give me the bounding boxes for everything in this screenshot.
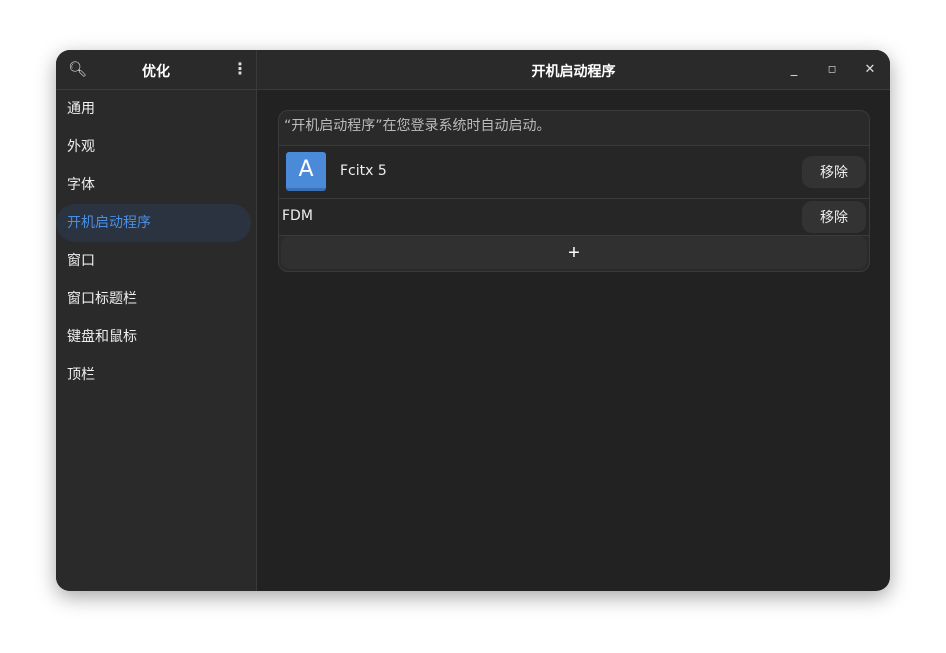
sidebar: 🔍︎ 优化 ⋮ 通用 外观 字体 开机启动程序 窗口 窗口标题栏 键盘和鼠标 顶… xyxy=(56,50,257,591)
description: “开机启动程序”在您登录系统时自动启动。 xyxy=(279,111,869,146)
menu-icon[interactable]: ⋮ xyxy=(232,59,248,78)
fcitx-app-icon: A xyxy=(286,152,326,191)
sidebar-item-appearance[interactable]: 外观 xyxy=(56,128,251,166)
maximize-icon[interactable]: ◻ xyxy=(824,64,840,75)
close-icon[interactable]: ✕ xyxy=(862,62,878,77)
app-title: 优化 xyxy=(142,64,170,80)
app-name: FDM xyxy=(282,208,313,224)
sidebar-item-top-bar[interactable]: 顶栏 xyxy=(56,356,251,394)
sidebar-item-windows[interactable]: 窗口 xyxy=(56,242,251,280)
list-item: A Fcitx 5 移除 xyxy=(279,146,869,199)
sidebar-item-general[interactable]: 通用 xyxy=(56,90,251,128)
main-panel: 开机启动程序 _ ◻ ✕ “开机启动程序”在您登录系统时自动启动。 A Fcit… xyxy=(257,50,890,591)
sidebar-item-titlebars[interactable]: 窗口标题栏 xyxy=(56,280,251,318)
list-item: FDM 移除 xyxy=(279,199,869,236)
remove-button[interactable]: 移除 xyxy=(802,201,866,233)
add-app-button[interactable]: + xyxy=(281,236,867,269)
remove-button[interactable]: 移除 xyxy=(802,156,866,188)
tweaks-window: 🔍︎ 优化 ⋮ 通用 外观 字体 开机启动程序 窗口 窗口标题栏 键盘和鼠标 顶… xyxy=(56,50,890,591)
header-bar: 开机启动程序 _ ◻ ✕ xyxy=(257,50,890,90)
sidebar-item-fonts[interactable]: 字体 xyxy=(56,166,251,204)
app-name: Fcitx 5 xyxy=(340,163,387,179)
startup-list: “开机启动程序”在您登录系统时自动启动。 A Fcitx 5 移除 FDM 移除… xyxy=(278,110,870,272)
sidebar-item-keyboard-mouse[interactable]: 键盘和鼠标 xyxy=(56,318,251,356)
minimize-icon[interactable]: _ xyxy=(786,62,802,77)
sidebar-header: 🔍︎ 优化 ⋮ xyxy=(56,50,256,90)
sidebar-item-startup-apps[interactable]: 开机启动程序 xyxy=(56,204,251,242)
